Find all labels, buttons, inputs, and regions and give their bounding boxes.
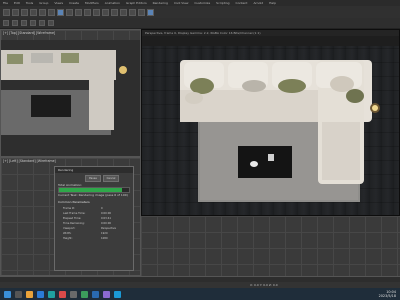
align-icon[interactable] xyxy=(102,8,109,16)
menu-item[interactable]: Arnold xyxy=(253,1,263,5)
viewport-label[interactable]: [+] [Left] [Standard] [Wireframe] xyxy=(3,159,56,163)
menu-item[interactable]: Views xyxy=(54,1,63,5)
unlink-icon[interactable] xyxy=(30,8,37,16)
param-label: Width: xyxy=(63,232,72,235)
main-toolbar xyxy=(0,6,400,18)
param-label: Time Remaining: xyxy=(63,222,85,225)
search-icon[interactable] xyxy=(15,290,22,298)
menu-item[interactable]: Help xyxy=(269,1,276,5)
menu-item[interactable]: Tools xyxy=(26,1,33,5)
ribbon-tool-icon[interactable] xyxy=(39,20,45,26)
rendered-scene xyxy=(180,60,380,202)
menu-item[interactable]: Edit xyxy=(14,1,20,5)
menu-item[interactable]: Customize xyxy=(194,1,210,5)
viewport-render-preview xyxy=(1,40,140,156)
app-icon[interactable] xyxy=(70,290,77,298)
menu-item[interactable]: Rendering xyxy=(153,1,168,5)
ribbon-tool-icon[interactable] xyxy=(21,20,27,26)
menu-item[interactable]: Animation xyxy=(105,1,120,5)
rendering-dialog: Rendering Pause Cancel Total Animation: … xyxy=(54,166,134,271)
cancel-button[interactable]: Cancel xyxy=(103,175,119,182)
render-window-toolbar xyxy=(142,36,399,46)
snap-icon[interactable] xyxy=(84,8,91,16)
menu-item[interactable]: Create xyxy=(69,1,79,5)
clock-date: 2023/5/18 xyxy=(378,294,396,298)
select-icon[interactable] xyxy=(39,8,46,16)
browser-icon[interactable] xyxy=(37,290,44,298)
select-region-icon[interactable] xyxy=(48,8,55,16)
render-frame-window: Perspective, frame 0, Display Gamma: 2.2… xyxy=(141,29,400,216)
param-label: Last Frame Time: xyxy=(63,212,86,215)
section-title[interactable]: Common Parameters xyxy=(58,200,130,204)
app-icon[interactable] xyxy=(48,290,55,298)
menu-item[interactable]: Content xyxy=(236,1,248,5)
ribbon-tool-icon[interactable] xyxy=(30,20,36,26)
menu-item[interactable]: File xyxy=(3,1,8,5)
system-clock[interactable]: 10:04 2023/5/18 xyxy=(379,290,396,298)
folder-icon[interactable] xyxy=(26,290,33,298)
param-label: Height: xyxy=(63,237,73,240)
undo-icon[interactable] xyxy=(3,8,10,16)
param-value: 1080 xyxy=(101,237,108,240)
link-icon[interactable] xyxy=(21,8,28,16)
param-label: Viewport: xyxy=(63,227,76,230)
progress-fill xyxy=(59,188,122,192)
scale-icon[interactable] xyxy=(75,8,82,16)
app-icon[interactable] xyxy=(92,290,99,298)
param-value: 0 xyxy=(101,207,103,210)
material-editor-icon[interactable] xyxy=(129,8,136,16)
ribbon xyxy=(0,18,400,29)
render-window-title: Perspective, frame 0, Display Gamma: 2.2… xyxy=(145,31,261,35)
render-icon[interactable] xyxy=(147,8,154,16)
menu-item[interactable]: Civil View xyxy=(174,1,188,5)
param-value: 1920 xyxy=(101,232,108,235)
os-taskbar: 10:04 2023/5/18 xyxy=(0,288,400,300)
app-icon[interactable] xyxy=(81,290,88,298)
param-label: Frame #: xyxy=(63,207,75,210)
move-icon[interactable] xyxy=(57,8,64,16)
param-value: 0:03:41 xyxy=(101,217,111,220)
pause-button[interactable]: Pause xyxy=(85,175,101,182)
current-task: Current Task: Rendering image (pass 6 of… xyxy=(58,193,128,197)
menu-item[interactable]: Group xyxy=(39,1,48,5)
curve-editor-icon[interactable] xyxy=(120,8,127,16)
sofa-plan-preview xyxy=(1,40,140,156)
viewport-top[interactable]: [+] [Top] [Standard] [Wireframe] xyxy=(0,29,141,157)
redo-icon[interactable] xyxy=(12,8,19,16)
coordinate-readout: X: 0.0 Y: 0.0 Z: 0.0 xyxy=(250,283,278,287)
param-value: 0:00:00 xyxy=(101,212,111,215)
viewport-grid xyxy=(141,216,400,276)
ribbon-tool-icon[interactable] xyxy=(12,20,18,26)
viewport-label[interactable]: [+] [Top] [Standard] [Wireframe] xyxy=(3,31,55,35)
app-icon[interactable] xyxy=(103,290,110,298)
menu-item[interactable]: Modifiers xyxy=(85,1,99,5)
app-icon[interactable] xyxy=(59,290,66,298)
param-label: Elapsed Time: xyxy=(63,217,82,220)
rotate-icon[interactable] xyxy=(66,8,73,16)
ribbon-tool-icon[interactable] xyxy=(48,20,54,26)
rendered-image xyxy=(142,46,399,215)
start-icon[interactable] xyxy=(4,290,11,298)
ribbon-tool-icon[interactable] xyxy=(3,20,9,26)
viewport-perspective[interactable] xyxy=(141,216,400,276)
render-setup-icon[interactable] xyxy=(138,8,145,16)
mirror-icon[interactable] xyxy=(93,8,100,16)
3dsmax-icon[interactable] xyxy=(114,290,121,298)
dialog-title[interactable]: Rendering xyxy=(55,167,133,173)
menu-item[interactable]: Graph Editors xyxy=(126,1,147,5)
param-value: 0:00:00 xyxy=(101,222,111,225)
param-value: Perspective xyxy=(101,227,117,230)
menu-item[interactable]: Scripting xyxy=(216,1,229,5)
layer-icon[interactable] xyxy=(111,8,118,16)
